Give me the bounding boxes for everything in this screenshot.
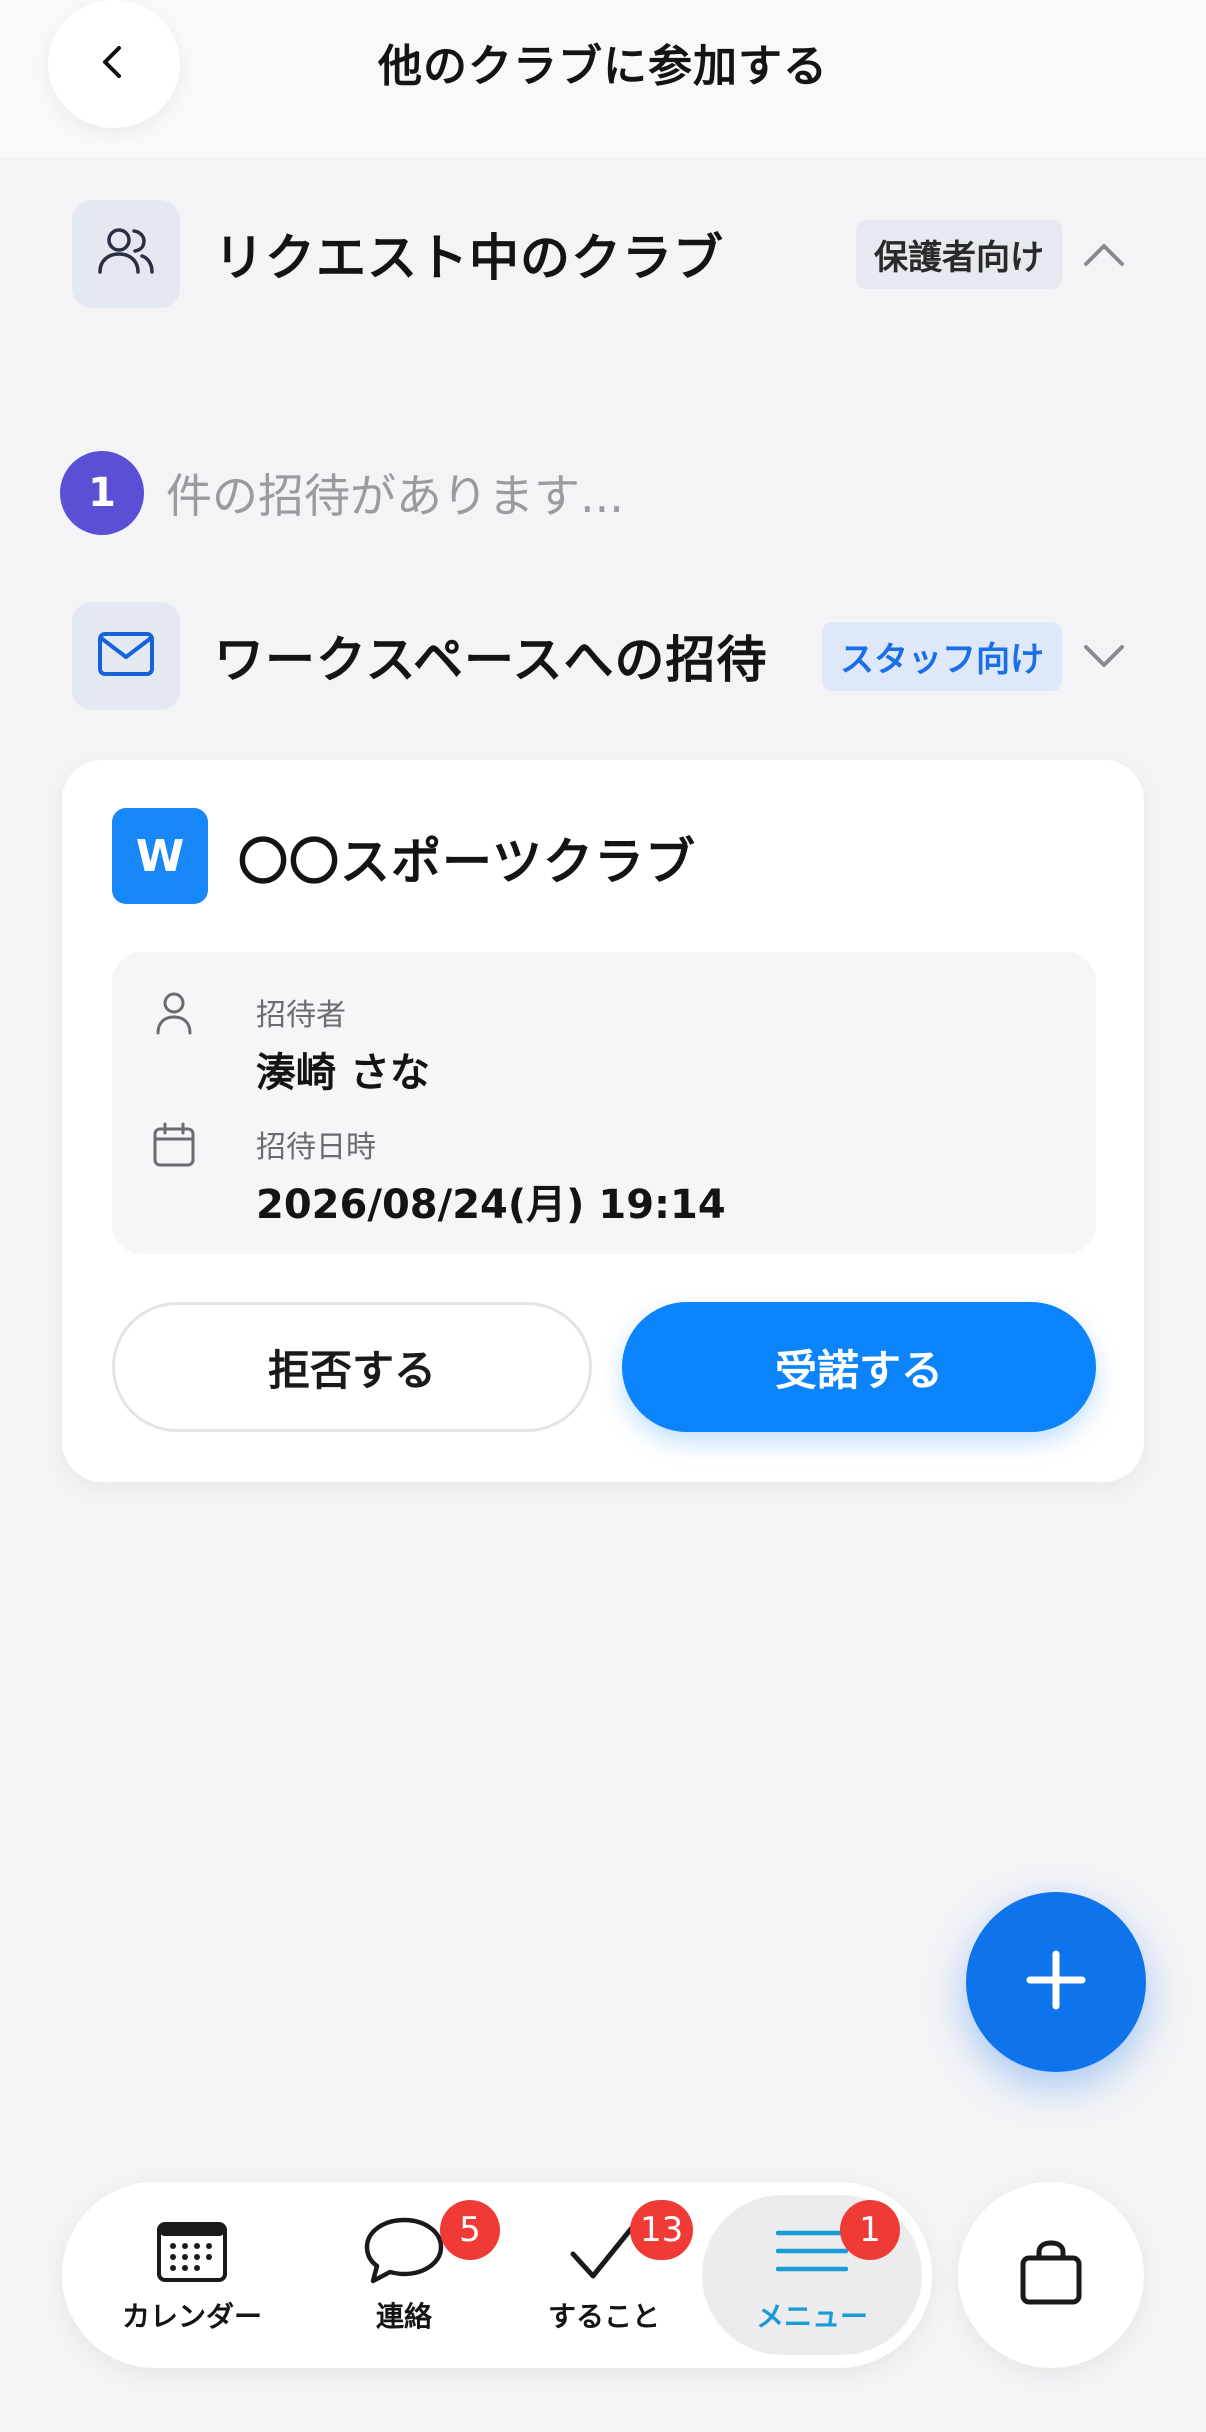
nav-label: メニュー — [755, 2300, 868, 2333]
nav-label: 連絡 — [375, 2300, 432, 2333]
audience-tag: 保護者向け — [856, 219, 1062, 289]
audience-tag: スタッフ向け — [822, 621, 1062, 691]
invite-count-text: 件の招待があります... — [166, 469, 624, 523]
date-label: 招待日時 — [256, 1130, 376, 1165]
date-texts: 招待日時 2026/08/24(月) 19:14 — [256, 1122, 726, 1230]
nav-item-calendar[interactable]: カレンダー — [92, 2182, 292, 2368]
inviter-label: 招待者 — [256, 998, 346, 1033]
notification-badge: 5 — [440, 2200, 500, 2260]
users-icon — [97, 226, 155, 282]
club-logo: W — [112, 808, 208, 904]
calendar-small-icon — [148, 1122, 200, 1174]
add-button[interactable] — [966, 1892, 1146, 2072]
workspace-invite-section[interactable]: ワークスペースへの招待 スタッフ向け — [72, 602, 1132, 710]
club-name: 〇〇スポーツクラブ — [238, 833, 696, 891]
section-title: リクエスト中のクラブ — [214, 229, 724, 287]
invite-details: 招待者 湊崎 さな 招待日時 2026/08/24(月) 19:14 — [112, 952, 1096, 1254]
section-title: ワークスペースへの招待 — [214, 631, 768, 689]
chevron-down-icon[interactable] — [1076, 628, 1132, 684]
requesting-clubs-section[interactable]: リクエスト中のクラブ 保護者向け — [72, 200, 1132, 308]
menu-icon — [776, 2215, 848, 2287]
chevron-up-icon[interactable] — [1076, 226, 1132, 282]
inviter-name: 湊崎 さな — [256, 1050, 430, 1096]
accept-button[interactable]: 受諾する — [622, 1302, 1096, 1432]
nav-label: すること — [547, 2300, 660, 2333]
page: 他のクラブに参加する リクエスト中のクラブ 保護者向け 1 件の招待があります.… — [0, 0, 1206, 2432]
nav-item-todo[interactable]: すること 13 — [504, 2182, 704, 2368]
nav-item-messages[interactable]: 連絡 5 — [304, 2182, 504, 2368]
decline-button[interactable]: 拒否する — [112, 1302, 592, 1432]
nav-item-menu[interactable]: メニュー 1 — [702, 2195, 922, 2355]
invite-card: W 〇〇スポーツクラブ 招待者 湊崎 さな 招待日時 2026/08/24(月)… — [62, 760, 1144, 1482]
plus-icon — [1024, 1948, 1088, 2016]
person-icon — [148, 990, 200, 1042]
notification-badge: 13 — [630, 2200, 694, 2260]
nav-label: カレンダー — [121, 2300, 262, 2333]
mail-icon — [97, 631, 155, 681]
inviter-row: 招待者 湊崎 さな — [148, 990, 430, 1098]
shop-button[interactable] — [958, 2182, 1144, 2368]
notification-badge: 1 — [840, 2200, 900, 2260]
date-value: 2026/08/24(月) 19:14 — [256, 1182, 726, 1228]
checkmark-icon — [569, 2215, 639, 2287]
calendar-icon — [157, 2215, 227, 2287]
bottom-nav: カレンダー 連絡 5 すること 13 メニュー 1 — [62, 2182, 932, 2368]
inviter-texts: 招待者 湊崎 さな — [256, 990, 430, 1098]
chat-bubble-icon — [363, 2215, 445, 2287]
section-icon-box — [72, 602, 180, 710]
page-title: 他のクラブに参加する — [378, 41, 828, 92]
invite-count-badge: 1 — [60, 451, 144, 535]
shopping-bag-icon — [1019, 2240, 1083, 2310]
invite-count-line: 1 件の招待があります... — [60, 451, 624, 535]
section-icon-box — [72, 200, 180, 308]
header: 他のクラブに参加する — [0, 0, 1206, 158]
invite-date-row: 招待日時 2026/08/24(月) 19:14 — [148, 1122, 726, 1230]
